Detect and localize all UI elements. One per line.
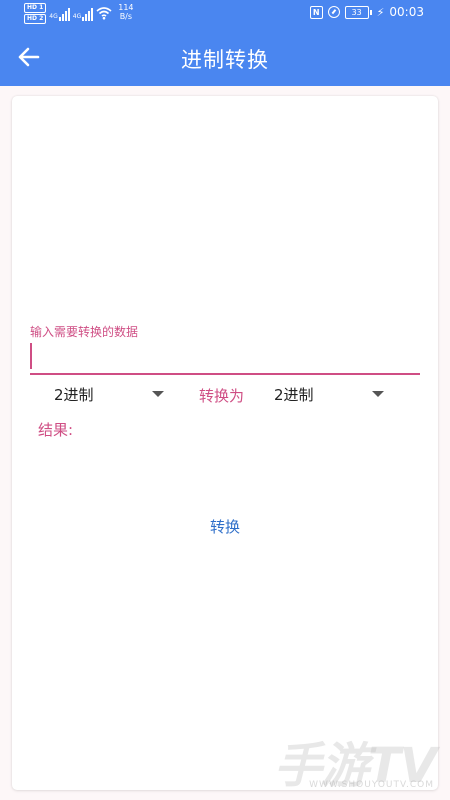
- signal-icon-1: 4G: [49, 3, 70, 21]
- battery-icon: 33: [344, 5, 372, 19]
- text-cursor: [30, 343, 32, 369]
- from-base-dropdown[interactable]: 2进制: [54, 380, 166, 408]
- hd-badge-1: HD 1: [24, 3, 47, 13]
- data-input-container[interactable]: [30, 340, 420, 375]
- input-label: 输入需要转换的数据: [30, 325, 139, 339]
- dropdown-arrow-icon: [152, 391, 164, 397]
- hd-badge-2: HD 2: [24, 14, 47, 24]
- wifi-icon: [96, 7, 112, 20]
- network-speed: 114 B/s: [118, 3, 134, 21]
- status-right: N 33 ⚡ 00:03: [309, 5, 424, 19]
- convert-button[interactable]: 转换: [180, 508, 270, 544]
- sim-indicators: HD 1 HD 2: [24, 3, 47, 24]
- gauge-icon: [327, 6, 340, 18]
- to-base-value: 2进制: [274, 385, 314, 404]
- app-bar: 进制转换: [0, 28, 450, 86]
- from-base-value: 2进制: [54, 385, 94, 404]
- signal-icon-2: 4G: [73, 3, 94, 21]
- data-input[interactable]: [30, 340, 420, 373]
- converter-card: 输入需要转换的数据 2进制 转换为 2进制 结果: 转换: [12, 96, 438, 790]
- dropdown-arrow-icon: [372, 391, 384, 397]
- result-label: 结果:: [38, 421, 74, 439]
- page-title: 进制转换: [181, 48, 269, 72]
- status-left: HD 1 HD 2 4G 4G 114 B/s: [24, 3, 134, 24]
- to-base-dropdown[interactable]: 2进制: [274, 380, 386, 408]
- status-time: 00:03: [389, 5, 424, 19]
- nfc-icon: N: [309, 5, 323, 19]
- battery-level: 33: [344, 5, 369, 19]
- charging-icon: ⚡: [376, 5, 385, 19]
- convert-to-label: 转换为: [199, 387, 245, 405]
- status-bar: HD 1 HD 2 4G 4G 114 B/s N 33 ⚡ 00:03: [0, 0, 450, 28]
